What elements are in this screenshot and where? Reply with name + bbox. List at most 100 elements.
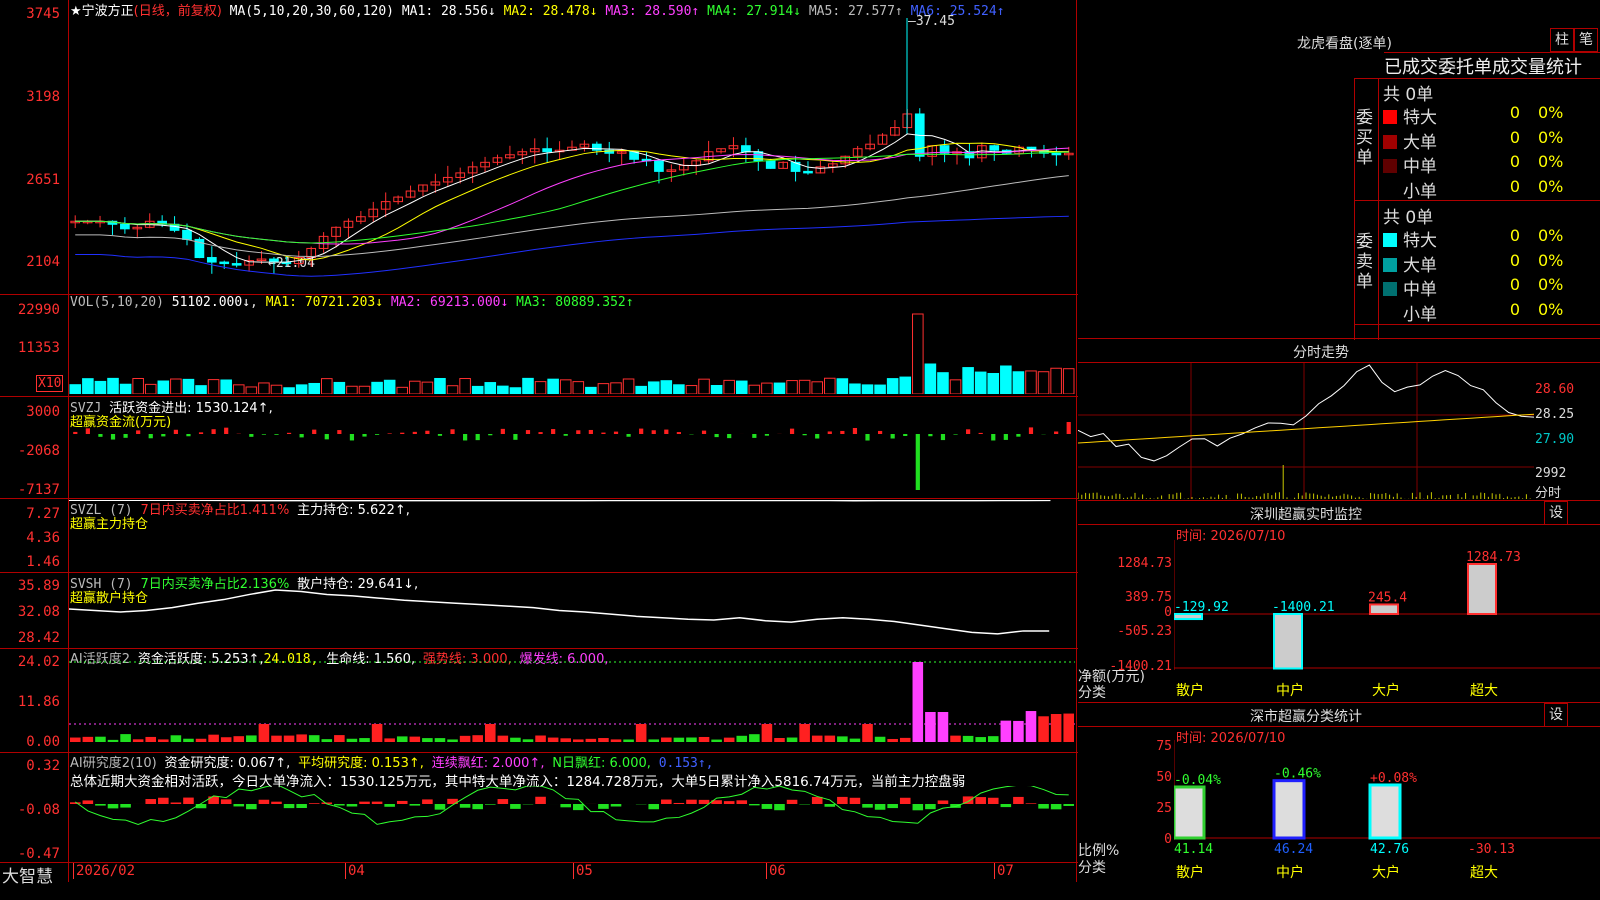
volume-chart[interactable] <box>69 306 1075 394</box>
svzl-chart[interactable] <box>69 500 1075 571</box>
ai-active-y-tick: 0.00 <box>26 734 60 750</box>
chart-area[interactable]: ★宁波方正(日线，前复权) MA(5,10,20,30,60,120) MA1:… <box>0 0 1078 887</box>
activity-bar <box>925 712 936 742</box>
research-bar <box>661 799 672 804</box>
research-bar <box>887 804 898 809</box>
monitor-y-tick: 0 <box>1164 605 1172 620</box>
svsh-chart[interactable] <box>69 574 1075 647</box>
order-row-label: 特大 <box>1383 226 1437 251</box>
activity-bar <box>698 736 710 742</box>
flow-bar <box>752 434 757 438</box>
flow-bar <box>1066 422 1071 434</box>
activity-bar <box>736 735 748 742</box>
monitor-bar-chart[interactable]: -129.92 散户 -1400.21 中户 245.4 大户 1284.73 超大 <box>1174 540 1600 700</box>
volume-bar <box>232 384 245 394</box>
activity-bar <box>1013 720 1024 742</box>
stat-bar-chart[interactable]: -0.04% 41.14 散户 -0.46% 46.24 中户 +0.08% 42.76 大户 -… <box>1174 740 1600 900</box>
intraday-chart[interactable] <box>1078 363 1534 499</box>
research-bar <box>1038 804 1049 809</box>
activity-bar <box>95 736 106 742</box>
order-row-pct: 0% <box>1538 103 1564 122</box>
volume-bar <box>585 386 597 394</box>
volume-bar <box>522 377 534 394</box>
volume-bar <box>849 383 861 394</box>
activity-bar <box>761 724 773 742</box>
flow-bar <box>349 434 355 441</box>
order-row-label: 大单 <box>1383 251 1437 276</box>
monitor-y-tick: 1284.73 <box>1117 556 1172 571</box>
order-row-pct: 0% <box>1538 299 1564 319</box>
flow-bar <box>676 432 681 434</box>
flow-bar <box>1016 434 1021 437</box>
volume-bar <box>497 385 509 394</box>
research-bar <box>774 804 785 811</box>
avg-price-line <box>1078 413 1534 444</box>
activity-bar <box>1063 713 1074 742</box>
order-row-label: 大单 <box>1383 128 1437 153</box>
flow-bar <box>337 430 342 434</box>
flow-bar <box>840 430 845 434</box>
research-bar <box>258 799 270 804</box>
activity-bar <box>912 662 924 742</box>
ma-line <box>75 147 1069 245</box>
flow-bar <box>714 434 719 438</box>
activity-bar <box>409 736 421 742</box>
research-bar <box>925 804 936 810</box>
activity-bar <box>233 736 245 742</box>
activity-bar <box>849 738 861 742</box>
volume-bar <box>937 372 949 394</box>
ratio-value-label: 42.76 <box>1370 842 1409 857</box>
category-label: 散户 <box>1176 864 1204 881</box>
sell-side-label: 委卖单 <box>1356 232 1373 292</box>
candle-body <box>182 229 192 240</box>
svsh-y-tick: 35.89 <box>17 578 60 594</box>
flow-bar <box>701 430 707 434</box>
flow-bar <box>123 434 128 438</box>
fenshi-y-tick: 28.60 <box>1535 382 1575 397</box>
flow-bar <box>789 428 795 434</box>
volume-bar <box>559 379 572 394</box>
vol-unit-badge: X10 <box>36 375 64 392</box>
research-bar <box>598 804 609 809</box>
volume-bar <box>94 380 107 394</box>
activity-bar <box>1025 711 1037 742</box>
svzj-chart[interactable] <box>69 398 1075 497</box>
ai-research-d1: 资金研究度: 0.067↑, <box>164 756 291 771</box>
fenshi-y-tick: 28.25 <box>1535 407 1575 422</box>
research-bar <box>761 804 773 809</box>
fenshi-title: 分时走势 <box>1293 345 1349 361</box>
flow-bar <box>324 434 329 440</box>
flow-bar <box>764 434 770 436</box>
bar-mode-button[interactable]: 柱 <box>1550 28 1574 52</box>
flow-bar <box>425 430 430 434</box>
fenshi-vol-tick: 2992 <box>1535 466 1567 481</box>
volume-bar <box>69 384 82 394</box>
ai-research-chart[interactable] <box>69 786 1075 861</box>
ai-active-chart[interactable] <box>69 650 1075 751</box>
research-bar <box>535 796 546 804</box>
monitor-settings-button[interactable]: 设 <box>1544 501 1568 525</box>
volume-bar <box>459 378 471 394</box>
flow-bar <box>538 432 543 434</box>
candlestick-chart[interactable] <box>69 14 1075 292</box>
volume-bar <box>886 378 899 394</box>
svzl-y-tick: 7.27 <box>26 506 60 522</box>
volume-bar <box>735 380 748 394</box>
flow-bar <box>827 431 832 434</box>
legend-swatch <box>1383 159 1397 173</box>
main-y-tick: 3745 <box>26 6 60 22</box>
tick-mode-button[interactable]: 笔 <box>1574 28 1598 52</box>
research-bar <box>987 797 999 804</box>
research-bar <box>459 804 471 808</box>
volume-bar <box>912 313 924 394</box>
date-tick: 2026/02 <box>73 863 135 879</box>
candle-body <box>231 263 242 266</box>
stat-settings-button[interactable]: 设 <box>1544 703 1568 727</box>
activity-bar <box>648 739 660 742</box>
legend-swatch <box>1383 184 1397 198</box>
research-bar <box>975 797 986 804</box>
volume-bar <box>509 387 522 394</box>
flow-bar <box>551 429 556 434</box>
activity-bar <box>1038 716 1049 742</box>
research-bar <box>912 804 924 811</box>
